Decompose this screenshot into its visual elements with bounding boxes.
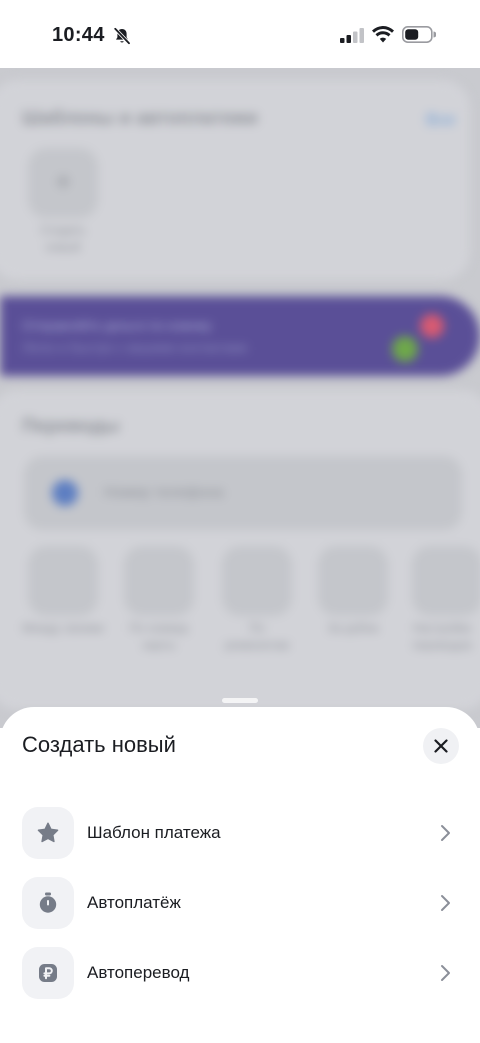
promo-banner: Отправляйте деньги по-новому Легко и быс… (0, 296, 480, 376)
chevron-right-icon (441, 895, 450, 911)
autopayment-label: Автоплатёж (87, 893, 181, 912)
quick-action-tile (124, 546, 194, 616)
quick-action-label: Настройки переводов (412, 621, 472, 652)
quick-action-tile (28, 546, 98, 616)
contacts-icon (52, 480, 78, 506)
quick-action-tile (318, 546, 388, 616)
autotransfer-label: Автоперевод (87, 963, 190, 982)
star-icon-container (22, 807, 74, 859)
quick-action-label: За рубеж (327, 621, 379, 635)
payment-template-label: Шаблон платежа (87, 823, 221, 842)
phone-number-field: Номер телефона (24, 456, 462, 530)
quick-action-label: Между своими (22, 621, 104, 635)
promo-line-2: Легко и быстро с вашими контактами (22, 340, 248, 355)
promo-avatar-icon (420, 314, 444, 338)
templates-all-link: Все (426, 110, 456, 129)
quick-action-tile (412, 546, 480, 616)
quick-action-label: По реквизитам (224, 621, 290, 652)
payment-template-option[interactable]: Шаблон платежа (0, 798, 480, 868)
close-icon (434, 739, 448, 753)
stopwatch-icon-container (22, 877, 74, 929)
phone-placeholder: Номер телефона (104, 484, 224, 501)
create-tile-label: Создать новый (40, 223, 86, 254)
wifi-icon (372, 26, 394, 43)
sheet-title: Создать новый (22, 732, 176, 757)
create-new-sheet: Создать новый Шаблон платежа Автоплатёж (0, 707, 480, 1043)
templates-title: Шаблоны и автоплатежи (22, 108, 258, 129)
star-icon (37, 822, 59, 843)
sheet-drag-handle[interactable] (222, 698, 258, 703)
bell-off-icon (113, 27, 131, 45)
create-template-tile: + (28, 148, 98, 218)
quick-action-tile (222, 546, 292, 616)
promo-line-1: Отправляйте деньги по-новому (22, 318, 212, 333)
chevron-right-icon (441, 965, 450, 981)
status-bar: 10:44 (0, 0, 480, 68)
battery-icon (402, 26, 436, 43)
transfers-title: Переводы (22, 416, 120, 437)
status-time: 10:44 (52, 24, 105, 46)
autotransfer-option[interactable]: Автоперевод (0, 938, 480, 1008)
close-button[interactable] (423, 728, 459, 764)
background-app: Шаблоны и автоплатежи Все + Создать новы… (0, 68, 480, 728)
signal-icon (340, 28, 364, 43)
promo-avatar-icon (392, 336, 418, 362)
autopayment-option[interactable]: Автоплатёж (0, 868, 480, 938)
chevron-right-icon (441, 825, 450, 841)
plus-icon: + (55, 166, 72, 197)
quick-action-label: По номеру карты (129, 621, 189, 652)
stopwatch-icon (39, 892, 57, 913)
ruble-icon-container (22, 947, 74, 999)
ruble-icon (39, 964, 57, 982)
